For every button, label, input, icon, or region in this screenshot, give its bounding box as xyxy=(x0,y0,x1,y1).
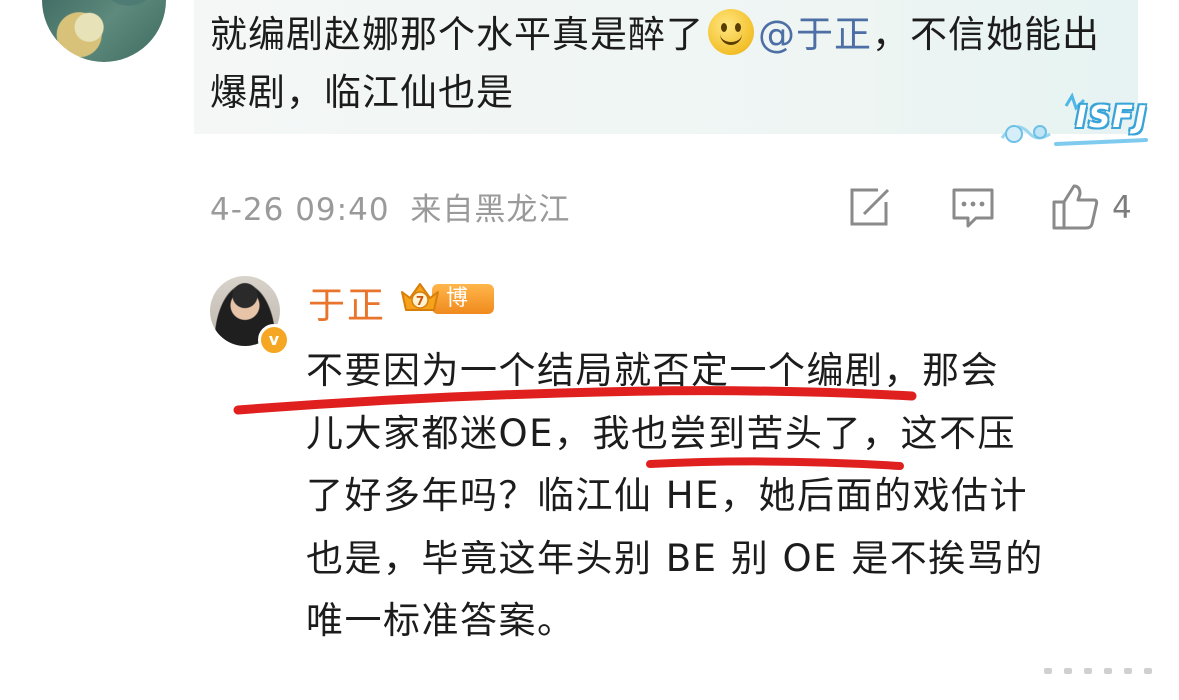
vip-badge[interactable]: 博主 7 xyxy=(398,278,494,341)
verified-icon: v xyxy=(258,324,290,356)
mention-link[interactable]: @于正 xyxy=(758,13,872,56)
smile-emoji-icon xyxy=(708,9,754,55)
reply-line-5: 唯一标准答案。 xyxy=(306,599,576,642)
comment-text: 就编剧赵娜那个水平真是醉了 @于正，不信她能出爆剧，临江仙也是 xyxy=(210,6,1110,122)
bottom-edge xyxy=(0,688,1179,700)
reply-line-3: 了好多年吗？临江仙 HE，她后面的戏估计 xyxy=(306,474,1028,517)
vip-crown-icon: 7 xyxy=(401,283,439,311)
comment-text-part1: 就编剧赵娜那个水平真是醉了 xyxy=(210,13,704,56)
like-icon[interactable] xyxy=(1050,182,1102,236)
watermark xyxy=(1040,658,1170,682)
comment-location: 来自黑龙江 xyxy=(410,192,571,228)
reply-line-2: 儿大家都迷OE，我也尝到苦头了，这不压 xyxy=(306,411,1016,455)
reply-line-4: 也是，毕竟这年头别 BE 别 OE 是不挨骂的 xyxy=(306,536,1044,580)
share-icon[interactable] xyxy=(846,186,894,234)
sticker-text: ISFJ xyxy=(1075,100,1148,135)
isfj-sticker: ISFJ xyxy=(996,88,1156,152)
commenter-avatar[interactable] xyxy=(42,0,166,62)
reply-author-name[interactable]: 于正 xyxy=(308,275,386,329)
reply-text: 不要因为一个结局就否定一个编剧，那会 儿大家都迷OE，我也尝到苦头了，这不压 了… xyxy=(306,340,1146,653)
comment-meta: 4-26 09:40 来自黑龙江 xyxy=(210,184,570,229)
comment-icon[interactable] xyxy=(950,186,996,236)
like-count: 4 xyxy=(1112,190,1132,226)
comment-time: 4-26 09:40 xyxy=(210,192,390,228)
reply-line-1: 不要因为一个结局就否定一个编剧，那会 xyxy=(306,349,999,392)
vip-level: 7 xyxy=(416,294,424,308)
